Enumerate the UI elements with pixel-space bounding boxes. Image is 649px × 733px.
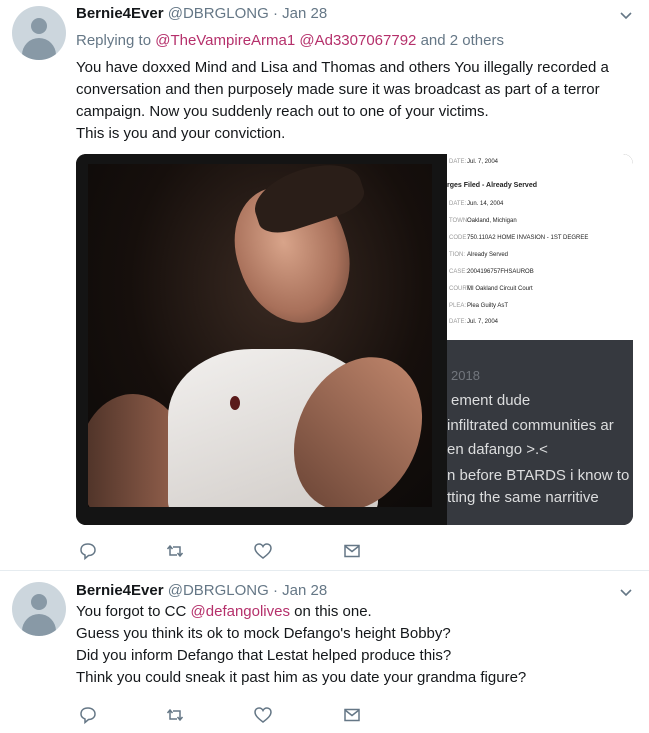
tweet-text: You have doxxed Mind and Lisa and Thomas… — [76, 57, 636, 145]
tweet-text-line: Think you could sneak it past him as you… — [76, 669, 527, 686]
tweet-date[interactable]: Jan 28 — [282, 582, 327, 599]
display-name[interactable]: Bernie4Ever — [76, 582, 164, 599]
tweet-text-line: This is you and your conviction. — [76, 125, 286, 142]
record-value: MI Oakland Circuit Court — [467, 286, 533, 292]
display-name[interactable]: Bernie4Ever — [76, 5, 164, 22]
user-handle[interactable]: @DBRGLONG — [168, 582, 269, 599]
avatar-body-shape — [22, 614, 56, 636]
retweet-icon[interactable] — [165, 541, 185, 561]
tweet-text: You forgot to CC @defangolives on this o… — [76, 601, 636, 689]
tweet-header: Bernie4Ever @DBRGLONG · Jan 28 — [76, 582, 327, 599]
record-row: TION: Already Served — [447, 252, 633, 268]
record-value: Jul. 7, 2004 — [467, 159, 499, 165]
record-row: DATE: Jul. 7, 2004 — [447, 319, 633, 335]
record-label: PLEA: — [449, 303, 467, 309]
tweet-text-line: You forgot to CC @defangolives on this o… — [76, 601, 636, 623]
record-label: DATE: — [449, 201, 467, 207]
tweet-text-line: campaign. Now you suddenly reach out to … — [76, 103, 489, 120]
tweet-text-line: conversation and then purposely made sur… — [76, 81, 600, 98]
record-row: rges Filed - Already Served — [447, 182, 633, 198]
direct-message-icon[interactable] — [342, 541, 362, 561]
record-label: TOWN: — [449, 218, 469, 224]
mention-link[interactable]: @TheVampireArma1 — [155, 32, 295, 49]
avatar-body-shape — [22, 38, 56, 60]
like-icon[interactable] — [253, 705, 273, 725]
chat-line: ement dude — [451, 392, 531, 409]
record-row: CODE: 750.110A2 HOME INVASION - 1ST DEGR… — [447, 235, 633, 251]
record-label: TION: — [449, 252, 465, 258]
chat-line: infiltrated communities ar — [447, 417, 614, 434]
mention-link[interactable]: @Ad3307067792 — [299, 32, 416, 49]
like-icon[interactable] — [253, 541, 273, 561]
tweet-text-line: Did you inform Defango that Lestat helpe… — [76, 647, 452, 664]
avatar-head-shape — [31, 18, 47, 34]
replying-to-prefix: Replying to — [76, 32, 152, 49]
tweet[interactable]: Bernie4Ever @DBRGLONG · Jan 28 You forgo… — [0, 571, 649, 733]
tweet-media[interactable]: DATE: Jul. 7, 2004 rges Filed - Already … — [76, 154, 633, 525]
record-row: COURT: MI Oakland Circuit Court — [447, 286, 633, 302]
record-row: TOWN: Oakland, Michigan — [447, 218, 633, 234]
record-label: CASE: — [449, 269, 468, 275]
chevron-down-icon[interactable] — [619, 9, 633, 23]
record-value: Plea Guilty AsT — [467, 303, 509, 309]
record-row: DATE: Jun. 14, 2004 — [447, 201, 633, 217]
record-value: rges Filed - Already Served — [447, 182, 537, 189]
record-value: Oakland, Michigan — [467, 218, 517, 224]
replying-to: Replying to @TheVampireArma1 @Ad33070677… — [76, 32, 504, 49]
chat-line: en dafango >.< — [447, 441, 548, 458]
record-row: CASE: 2004196757FHSAUROB — [447, 269, 633, 285]
record-value: Jul. 7, 2004 — [467, 319, 499, 325]
retweet-icon[interactable] — [165, 705, 185, 725]
record-row: DATE: Jul. 7, 2004 — [447, 159, 633, 175]
text-segment: You forgot to CC — [76, 603, 187, 620]
replying-to-others[interactable]: and 2 others — [421, 32, 504, 49]
tweet-actions — [76, 541, 376, 561]
tweet-text-line: Guess you think its ok to mock Defango's… — [76, 625, 451, 642]
chevron-down-icon[interactable] — [619, 586, 633, 600]
record-label: DATE: — [449, 319, 467, 325]
tweet-header: Bernie4Ever @DBRGLONG · Jan 28 — [76, 5, 327, 22]
photo[interactable] — [76, 154, 447, 525]
record-value: Already Served — [467, 252, 509, 258]
reply-icon[interactable] — [78, 705, 98, 725]
record-row: PLEA: Plea Guilty AsT — [447, 303, 633, 319]
record-value: 750.110A2 HOME INVASION - 1ST DEGREE — [467, 235, 589, 241]
record-label: DATE: — [449, 159, 467, 165]
record-value: Jun. 14, 2004 — [467, 201, 504, 207]
text-segment: on this one. — [294, 603, 372, 620]
direct-message-icon[interactable] — [342, 705, 362, 725]
chat-line: tting the same narritive — [447, 489, 599, 506]
tweet[interactable]: Bernie4Ever @DBRGLONG · Jan 28 Replying … — [0, 0, 649, 571]
avatar-head-shape — [31, 594, 47, 610]
user-handle[interactable]: @DBRGLONG — [168, 5, 269, 22]
record-label: CODE: — [449, 235, 469, 241]
photo-frame — [88, 164, 432, 507]
chat-screenshot-image[interactable]: 2018 ement dude infiltrated communities … — [447, 340, 633, 525]
tweet-date[interactable]: Jan 28 — [282, 5, 327, 22]
mention-link[interactable]: @defangolives — [191, 603, 290, 620]
record-value: 2004196757FHSAUROB — [467, 269, 534, 275]
court-record-image[interactable]: DATE: Jul. 7, 2004 rges Filed - Already … — [447, 154, 633, 340]
photo-shape — [230, 396, 240, 410]
separator-dot: · — [272, 582, 278, 599]
tweet-actions — [76, 705, 376, 725]
chat-line: n before BTARDS i know to — [447, 467, 630, 484]
tweet-text-line: You have doxxed Mind and Lisa and Thomas… — [76, 59, 609, 76]
separator-dot: · — [272, 5, 278, 22]
avatar[interactable] — [12, 6, 66, 60]
chat-date: 2018 — [451, 368, 480, 383]
reply-icon[interactable] — [78, 541, 98, 561]
avatar[interactable] — [12, 582, 66, 636]
